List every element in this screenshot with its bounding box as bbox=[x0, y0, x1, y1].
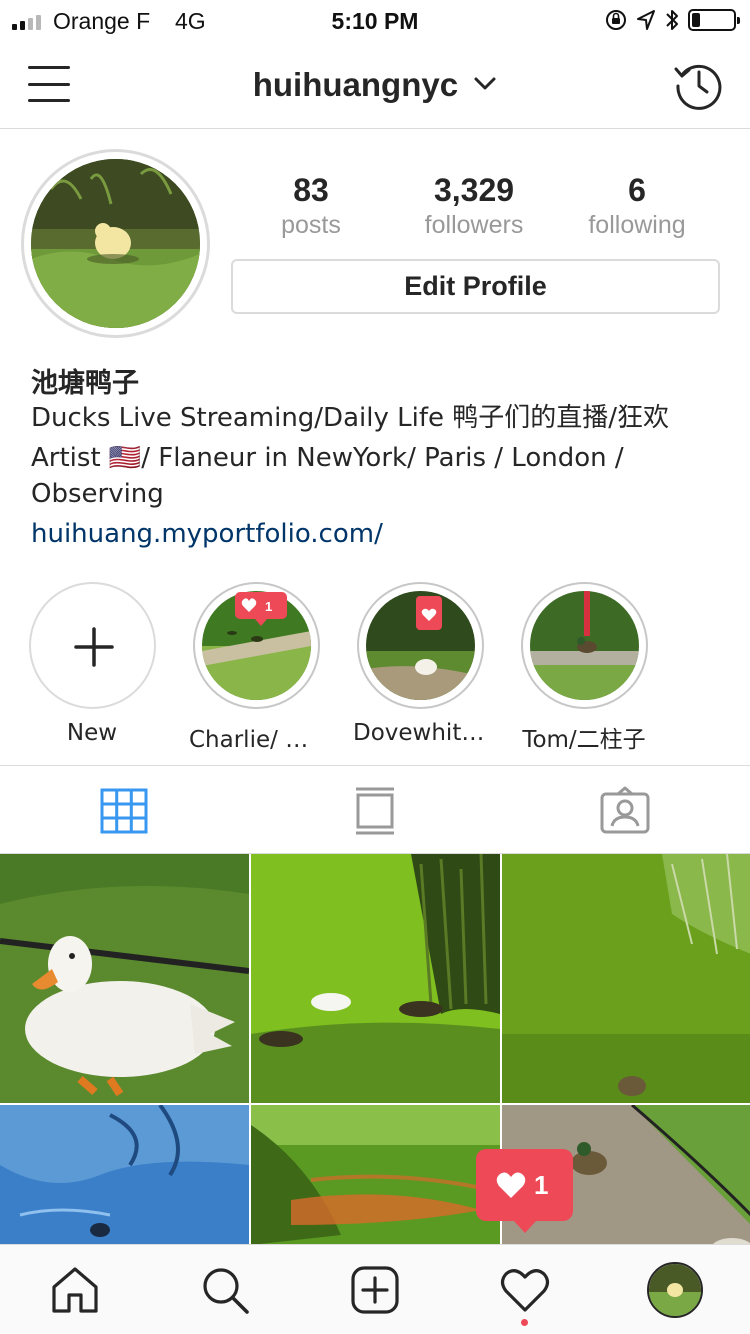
following-label: following bbox=[588, 211, 686, 239]
status-bar: Orange F 4G 5:10 PM bbox=[0, 0, 750, 40]
bluetooth-icon bbox=[666, 10, 678, 30]
activity-dot bbox=[521, 1319, 528, 1326]
rotation-lock-icon bbox=[606, 10, 626, 30]
add-post-icon[interactable] bbox=[350, 1265, 400, 1315]
bio-line: Observing bbox=[31, 479, 164, 509]
heart-icon bbox=[496, 1172, 526, 1198]
profile-avatar[interactable] bbox=[31, 159, 200, 328]
battery-icon bbox=[688, 9, 740, 31]
like-badge-icon: 1 bbox=[234, 592, 287, 626]
grid-icon[interactable] bbox=[100, 786, 150, 836]
highlight-tom[interactable]: Tom/二柱子 bbox=[517, 582, 651, 754]
svg-text:1: 1 bbox=[265, 599, 272, 614]
bio-line: Ducks Live Streaming/Daily Life 鸭子们的直播/狂… bbox=[31, 403, 669, 433]
highlight-new[interactable]: New bbox=[25, 582, 159, 746]
activity-notification-bubble[interactable]: 1 bbox=[476, 1149, 573, 1233]
post-thumbnail[interactable] bbox=[251, 854, 500, 1103]
post-thumbnail[interactable] bbox=[251, 1105, 500, 1244]
highlight-dovewhite[interactable]: Dovewhite… bbox=[353, 582, 487, 746]
profile-avatar[interactable] bbox=[647, 1262, 703, 1318]
activity-heart-icon[interactable] bbox=[500, 1265, 550, 1315]
profile-view-tabs bbox=[0, 765, 750, 854]
username-title: huihuangnyc bbox=[252, 66, 459, 103]
chevron-down-icon bbox=[474, 77, 496, 90]
home-icon[interactable] bbox=[50, 1265, 100, 1315]
posts-grid bbox=[0, 854, 750, 1244]
post-thumbnail[interactable] bbox=[0, 854, 249, 1103]
edit-profile-button[interactable]: Edit Profile bbox=[231, 259, 720, 314]
post-thumbnail[interactable] bbox=[502, 854, 750, 1103]
profile-display-name: 池塘鸭子 bbox=[31, 368, 139, 399]
followers-label: followers bbox=[424, 211, 524, 239]
notification-count: 1 bbox=[534, 1170, 549, 1200]
stat-followers[interactable]: 3,329 followers bbox=[389, 170, 559, 240]
highlight-thumbnail bbox=[365, 591, 475, 700]
highlight-label: New bbox=[66, 720, 118, 746]
feed-icon[interactable] bbox=[350, 786, 400, 836]
followers-count: 3,329 bbox=[433, 172, 515, 208]
status-right-icons bbox=[604, 6, 740, 34]
highlight-thumbnail bbox=[529, 591, 639, 700]
posts-label: posts bbox=[281, 211, 341, 239]
bottom-tab-bar bbox=[0, 1244, 750, 1334]
following-count: 6 bbox=[628, 172, 646, 208]
highlight-charlie[interactable]: 1 Charlie/ 陈… bbox=[189, 582, 323, 754]
tagged-icon[interactable] bbox=[600, 786, 650, 836]
highlight-label: Charlie/ 陈… bbox=[189, 727, 323, 753]
history-icon[interactable] bbox=[672, 58, 724, 110]
highlight-label: Tom/二柱子 bbox=[522, 727, 646, 753]
plus-icon bbox=[73, 627, 114, 667]
highlight-label: Dovewhite… bbox=[353, 720, 487, 746]
stat-following[interactable]: 6 following bbox=[552, 170, 722, 240]
search-icon[interactable] bbox=[200, 1265, 250, 1315]
bio-website-link[interactable]: huihuang.myportfolio.com/ bbox=[31, 516, 383, 552]
location-arrow-icon bbox=[637, 10, 655, 30]
username-switcher[interactable]: huihuangnyc bbox=[0, 66, 750, 104]
post-thumbnail[interactable] bbox=[0, 1105, 249, 1244]
profile-navbar: huihuangnyc bbox=[0, 40, 750, 129]
stat-posts[interactable]: 83 posts bbox=[226, 170, 396, 240]
posts-count: 83 bbox=[293, 172, 329, 208]
bio-line: Artist 🇺🇸/ Flaneur in NewYork/ Paris / L… bbox=[31, 443, 624, 473]
